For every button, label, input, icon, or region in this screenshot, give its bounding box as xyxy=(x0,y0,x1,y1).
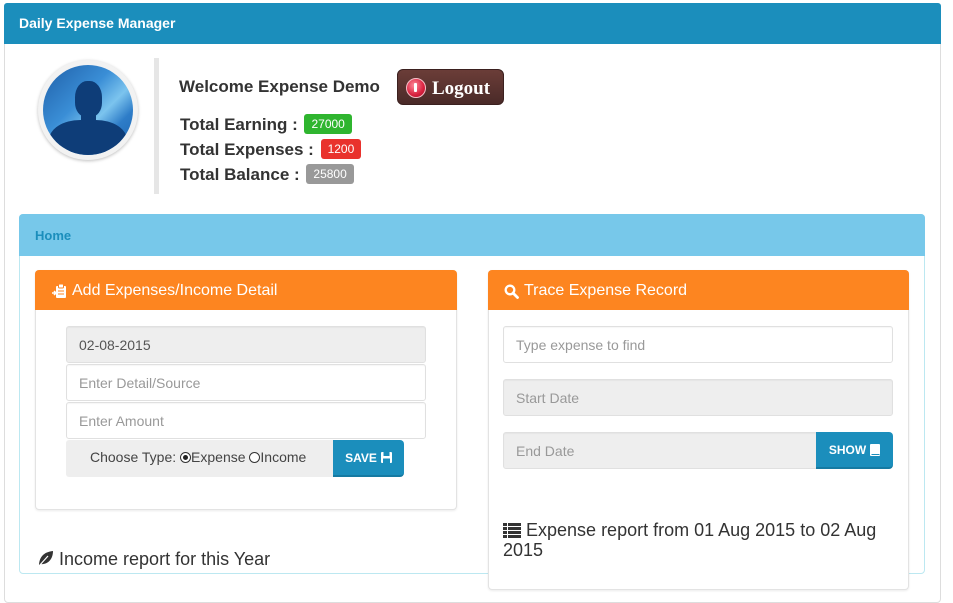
trace-expense-title: Trace Expense Record xyxy=(524,282,688,299)
total-expenses-badge: 1200 xyxy=(320,139,362,159)
avatar xyxy=(38,60,138,160)
detail-input[interactable] xyxy=(66,364,426,401)
radio-income-label[interactable]: Income xyxy=(260,449,306,465)
total-expenses-label: Total Expenses : xyxy=(180,140,314,159)
total-earning-label: Total Earning : xyxy=(180,115,298,134)
income-report-title: Income report for this Year xyxy=(59,549,271,569)
total-expenses: Total Expenses : 1200 xyxy=(180,139,362,160)
choose-type-label: Choose Type: xyxy=(90,449,177,465)
search-icon xyxy=(504,284,519,299)
logout-button[interactable]: Logout xyxy=(397,69,504,105)
power-icon xyxy=(406,78,426,98)
welcome-text: Welcome Expense Demo xyxy=(179,77,380,96)
logout-label: Logout xyxy=(432,78,491,99)
show-button[interactable]: SHOW xyxy=(816,432,893,469)
user-silhouette-icon xyxy=(43,65,133,155)
save-label: SAVE xyxy=(345,450,377,465)
amount-input[interactable] xyxy=(66,402,426,439)
total-balance-label: Total Balance : xyxy=(180,165,300,184)
total-earning-badge: 27000 xyxy=(304,114,352,134)
profile-divider xyxy=(154,58,159,194)
home-panel-header: Home xyxy=(19,214,925,256)
save-button[interactable]: SAVE xyxy=(333,440,404,477)
leaf-icon xyxy=(38,551,53,567)
home-title: Home xyxy=(35,228,72,243)
radio-expense[interactable] xyxy=(180,452,192,463)
end-date-input[interactable] xyxy=(503,432,817,469)
book-icon xyxy=(870,443,881,456)
total-balance: Total Balance : 25800 xyxy=(180,164,354,185)
total-balance-badge: 25800 xyxy=(306,164,354,184)
type-selector: Choose Type: Expense Income xyxy=(66,440,334,477)
total-earning: Total Earning : 27000 xyxy=(180,114,352,135)
add-expense-header: Add Expenses/Income Detail xyxy=(35,270,457,310)
date-input[interactable] xyxy=(66,326,426,363)
list-icon xyxy=(503,523,521,538)
start-date-input[interactable] xyxy=(503,379,893,416)
expense-report-title: Expense report from 01 Aug 2015 to 02 Au… xyxy=(503,520,877,560)
floppy-disk-icon xyxy=(380,452,392,463)
radio-expense-label[interactable]: Expense xyxy=(191,449,245,465)
income-report-heading: Income report for this Year xyxy=(37,549,270,569)
radio-income[interactable] xyxy=(249,452,261,463)
expense-search-input[interactable] xyxy=(503,326,893,363)
expense-report-heading: Expense report from 01 Aug 2015 to 02 Au… xyxy=(503,520,893,560)
add-expense-title: Add Expenses/Income Detail xyxy=(72,282,278,299)
clipboard-icon xyxy=(52,283,66,298)
app-title: Daily Expense Manager xyxy=(19,15,176,31)
show-label: SHOW xyxy=(828,442,867,457)
trace-expense-header: Trace Expense Record xyxy=(488,270,909,310)
app-header: Daily Expense Manager xyxy=(4,3,941,44)
